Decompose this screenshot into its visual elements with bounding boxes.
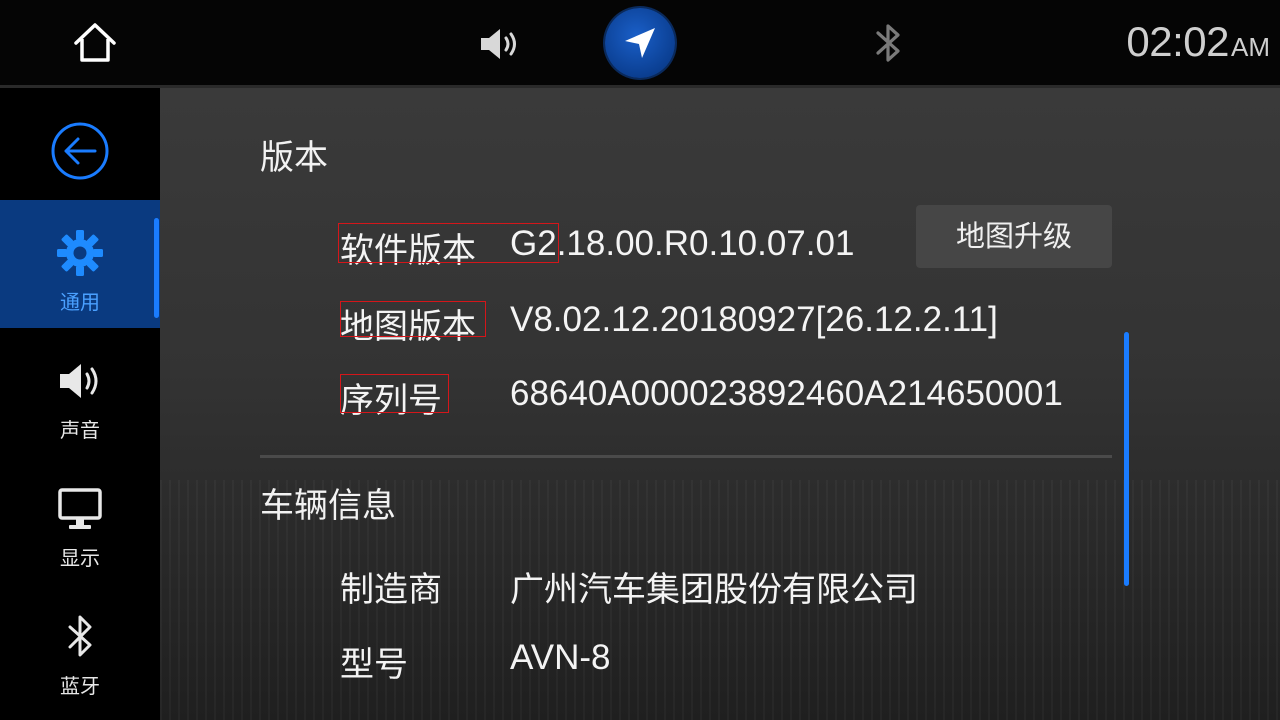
back-button[interactable] bbox=[0, 88, 160, 200]
serial-number-value: 68640A000023892460A214650001 bbox=[510, 374, 1063, 413]
gear-icon bbox=[57, 230, 103, 276]
navigation-button[interactable] bbox=[605, 8, 675, 78]
bluetooth-button[interactable] bbox=[872, 22, 904, 64]
sidebar-item-sound[interactable]: 声音 bbox=[0, 328, 160, 456]
vehicle-section-title: 车辆信息 bbox=[260, 486, 396, 526]
sidebar-item-label: 显示 bbox=[60, 546, 100, 570]
sidebar-item-general[interactable]: 通用 bbox=[0, 200, 160, 328]
sidebar-scrollbar[interactable] bbox=[154, 218, 159, 318]
sidebar-item-label: 蓝牙 bbox=[60, 674, 100, 698]
clock-ampm: AM bbox=[1231, 32, 1270, 62]
sidebar-item-display[interactable]: 显示 bbox=[0, 456, 160, 584]
manufacturer-value: 广州汽车集团股份有限公司 bbox=[510, 570, 918, 610]
sidebar-item-label: 通用 bbox=[60, 290, 100, 314]
screen: 02:02 AM 通用 声音 显示 蓝牙 版本 软件版本 G2.18.00.R0… bbox=[0, 0, 1280, 720]
serial-number-label: 序列号 bbox=[340, 381, 442, 421]
home-button[interactable] bbox=[72, 22, 118, 64]
version-section-title: 版本 bbox=[260, 138, 328, 178]
sidebar-item-bluetooth[interactable]: 蓝牙 bbox=[0, 584, 160, 712]
top-bar: 02:02 AM bbox=[0, 0, 1280, 88]
sidebar-item-label: 声音 bbox=[60, 418, 100, 442]
volume-button[interactable] bbox=[478, 25, 526, 63]
monitor-icon bbox=[58, 488, 102, 529]
home-icon bbox=[74, 23, 116, 62]
model-label: 型号 bbox=[340, 645, 408, 685]
clock: 02:02 AM bbox=[1126, 18, 1270, 68]
model-value: AVN-8 bbox=[510, 638, 611, 677]
section-divider bbox=[260, 455, 1112, 458]
map-upgrade-button[interactable]: 地图升级 bbox=[916, 205, 1112, 268]
navigation-arrow-icon bbox=[625, 28, 655, 58]
bluetooth-icon bbox=[876, 24, 900, 62]
content-scrollbar[interactable] bbox=[1124, 332, 1129, 586]
volume-icon bbox=[481, 29, 516, 59]
manufacturer-label: 制造商 bbox=[340, 570, 442, 610]
speaker-icon bbox=[60, 364, 98, 398]
software-version-value: G2.18.00.R0.10.07.01 bbox=[510, 224, 855, 263]
sidebar: 通用 声音 显示 蓝牙 bbox=[0, 88, 160, 720]
map-version-value: V8.02.12.20180927[26.12.2.11] bbox=[510, 300, 998, 339]
software-version-label: 软件版本 bbox=[340, 231, 476, 271]
clock-time: 02:02 bbox=[1126, 18, 1229, 65]
back-arrow-icon bbox=[51, 122, 109, 180]
settings-content: 版本 软件版本 G2.18.00.R0.10.07.01 地图升级 地图版本 V… bbox=[160, 88, 1280, 720]
bluetooth-icon bbox=[68, 615, 92, 657]
map-version-label: 地图版本 bbox=[340, 307, 476, 347]
